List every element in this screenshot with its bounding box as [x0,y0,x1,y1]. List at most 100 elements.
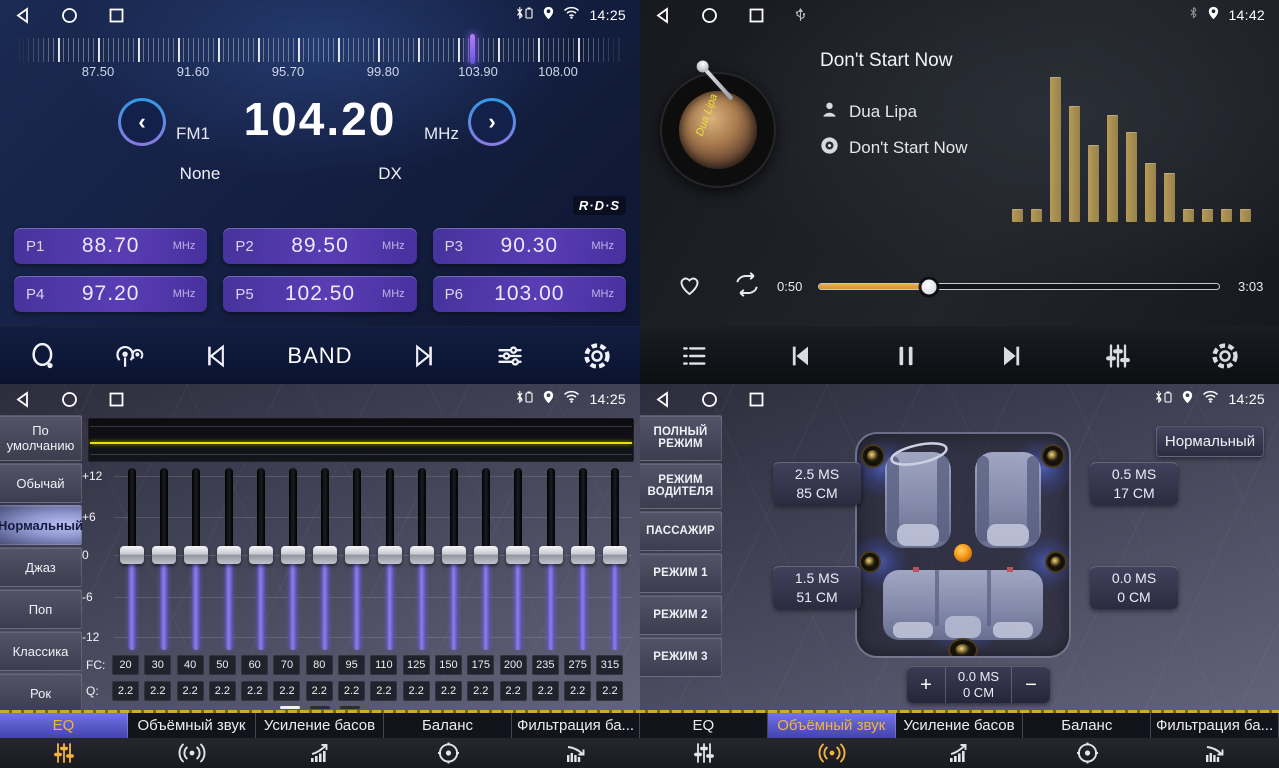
eq-band-slider-5[interactable] [249,468,273,650]
fc-value[interactable]: 125 [403,655,430,675]
slider-handle[interactable] [313,546,337,564]
fc-value[interactable]: 70 [273,655,300,675]
sound-profile-button[interactable]: Нормальный [1156,426,1264,457]
slider-handle[interactable] [120,546,144,564]
recents-button[interactable] [748,391,765,408]
slider-handle[interactable] [539,546,563,564]
back-button[interactable] [14,391,31,408]
mode-item-1[interactable]: ПОЛНЫЙ РЕЖИМ [640,415,722,461]
slider-handle[interactable] [410,546,434,564]
eq-band-slider-6[interactable] [281,468,305,650]
fc-value[interactable]: 80 [306,655,333,675]
slider-handle[interactable] [217,546,241,564]
recents-button[interactable] [108,7,125,24]
previous-track-button[interactable] [786,342,816,370]
delay-chip-front-left[interactable]: 2.5 MS85 CM [773,462,861,505]
fc-value[interactable]: 110 [370,655,397,675]
fc-value[interactable]: 275 [564,655,591,675]
delay-chip-rear-right[interactable]: 0.0 MS0 CM [1090,566,1178,609]
q-value[interactable]: 2.2 [177,681,204,701]
preset-button-p1[interactable]: P188.70MHz [14,228,207,264]
eq-band-slider-2[interactable] [152,468,176,650]
fc-value[interactable]: 40 [177,655,204,675]
q-value[interactable]: 2.2 [596,681,623,701]
preset-button-p5[interactable]: P5102.50MHz [223,276,416,312]
slider-handle[interactable] [506,546,530,564]
favorite-heart-icon[interactable] [676,272,703,302]
equalizer-button[interactable] [1103,342,1133,370]
eq-band-slider-11[interactable] [442,468,466,650]
settings-gear-icon[interactable] [582,341,612,371]
tab-eqscreen-4[interactable]: Баланс [384,713,512,768]
slider-handle[interactable] [378,546,402,564]
home-button[interactable] [61,7,78,24]
back-button[interactable] [654,7,671,24]
preset-button-p2[interactable]: P289.50MHz [223,228,416,264]
eq-band-slider-9[interactable] [378,468,402,650]
slider-handle[interactable] [184,546,208,564]
q-value[interactable]: 2.2 [273,681,300,701]
q-value[interactable]: 2.2 [403,681,430,701]
slider-handle[interactable] [281,546,305,564]
eq-band-slider-13[interactable] [506,468,530,650]
tab-surroundscreen-4[interactable]: Баланс [1023,713,1151,768]
tab-eqscreen-3[interactable]: Усиление басов [256,713,384,768]
delay-decrease-button[interactable]: − [1012,667,1050,703]
q-value[interactable]: 2.2 [338,681,365,701]
recents-button[interactable] [748,7,765,24]
fc-value[interactable]: 95 [338,655,365,675]
eq-band-slider-7[interactable] [313,468,337,650]
repeat-icon[interactable] [732,272,762,302]
eq-band-slider-10[interactable] [410,468,434,650]
preset-button-p3[interactable]: P390.30MHz [433,228,626,264]
seek-knob[interactable] [922,279,937,294]
eq-band-slider-4[interactable] [217,468,241,650]
q-value[interactable]: 2.2 [532,681,559,701]
q-value[interactable]: 2.2 [241,681,268,701]
mode-item-2[interactable]: РЕЖИМ ВОДИТЕЛЯ [640,463,722,509]
slider-handle[interactable] [345,546,369,564]
q-value[interactable]: 2.2 [209,681,236,701]
tuner-scale[interactable] [18,38,622,62]
pause-button[interactable] [893,342,919,370]
q-value[interactable]: 2.2 [467,681,494,701]
settings-gear-icon[interactable] [1210,341,1240,371]
eq-band-slider-15[interactable] [571,468,595,650]
tab-surroundscreen-2[interactable]: Объёмный звук [768,713,896,768]
home-button[interactable] [701,391,718,408]
playlist-button[interactable] [679,343,709,369]
fc-value[interactable]: 235 [532,655,559,675]
q-value[interactable]: 2.2 [564,681,591,701]
tune-up-button[interactable]: › [468,98,516,146]
page-dot[interactable] [340,706,360,709]
tab-surroundscreen-1[interactable]: EQ [640,713,768,768]
mode-item-4[interactable]: РЕЖИМ 1 [640,553,722,593]
preset-button-p4[interactable]: P497.20MHz [14,276,207,312]
fc-value[interactable]: 175 [467,655,494,675]
eq-band-slider-16[interactable] [603,468,627,650]
seek-bar[interactable] [818,283,1220,290]
next-track-button[interactable] [996,342,1026,370]
scan-button[interactable] [28,341,58,371]
page-dot[interactable] [280,706,300,709]
tab-surroundscreen-5[interactable]: Фильтрация ба... [1151,713,1279,768]
fc-value[interactable]: 50 [209,655,236,675]
eq-band-slider-3[interactable] [184,468,208,650]
recents-button[interactable] [108,391,125,408]
fc-value[interactable]: 60 [241,655,268,675]
fc-value[interactable]: 150 [435,655,462,675]
mode-item-6[interactable]: РЕЖИМ 3 [640,637,722,677]
slider-handle[interactable] [603,546,627,564]
mode-item-3[interactable]: ПАССАЖИР [640,511,722,551]
page-dot[interactable] [310,706,330,709]
fc-value[interactable]: 20 [112,655,139,675]
home-button[interactable] [61,391,78,408]
home-button[interactable] [701,7,718,24]
audio-settings-button[interactable] [494,342,526,370]
delay-chip-front-right[interactable]: 0.5 MS17 CM [1090,462,1178,505]
eq-band-slider-1[interactable] [120,468,144,650]
slider-handle[interactable] [152,546,176,564]
broadcast-button[interactable] [114,341,146,371]
previous-station-button[interactable] [202,342,232,370]
eq-band-slider-8[interactable] [345,468,369,650]
